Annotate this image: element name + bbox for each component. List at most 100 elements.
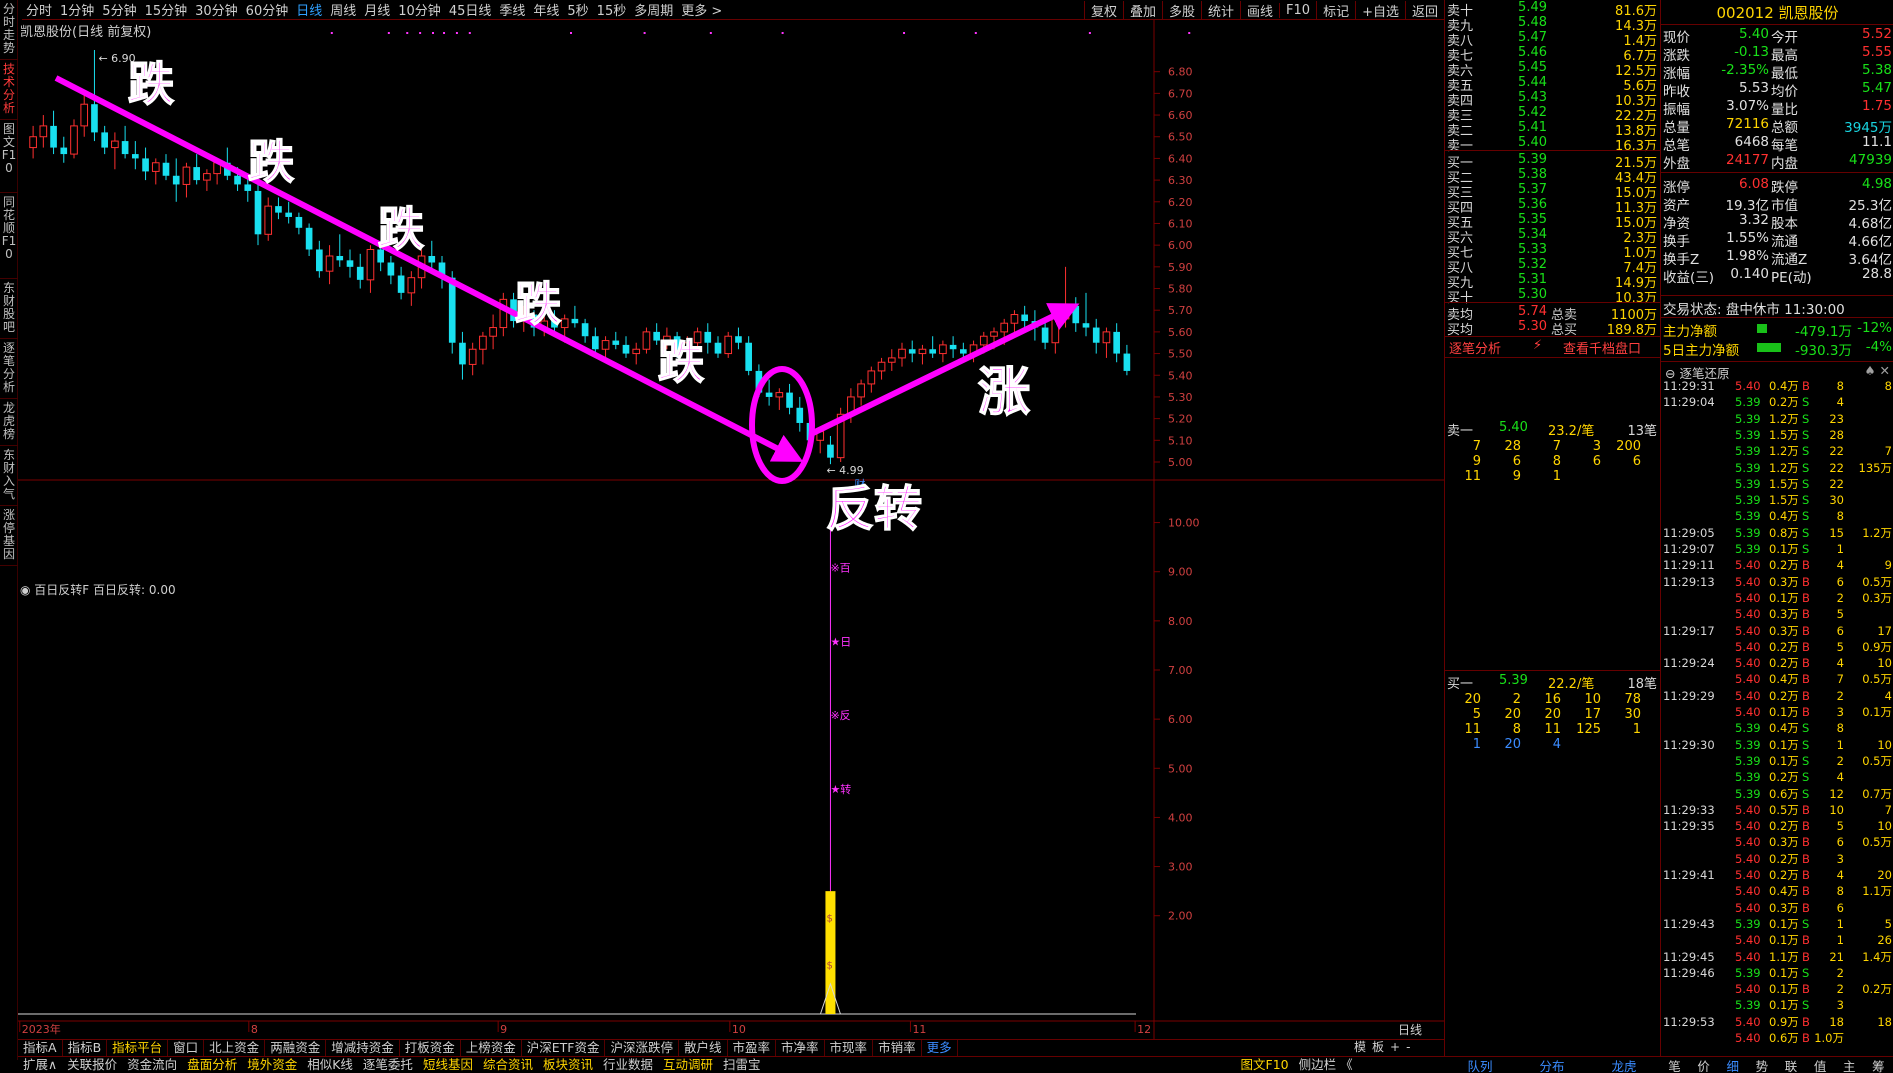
chart-control-button[interactable]: + [1390, 1039, 1400, 1055]
quote-footer-tab[interactable]: 笔 [1668, 1056, 1681, 1073]
period-tab[interactable]: 60分钟 [242, 0, 293, 19]
candle[interactable] [765, 379, 773, 406]
indicator-tab[interactable]: 市销率 [873, 1040, 922, 1056]
candle[interactable] [714, 336, 722, 358]
candle[interactable] [316, 240, 323, 278]
candle[interactable] [132, 141, 139, 170]
queue-cell[interactable]: 7 [1525, 439, 1561, 454]
indicator-tab[interactable]: 指标平台 [107, 1040, 169, 1056]
stock-code-name[interactable]: 002012 凯恩股份 [1661, 2, 1893, 22]
toolbar-button[interactable]: 统计 [1201, 0, 1240, 20]
bottom-tab[interactable]: 相似K线 [302, 1057, 358, 1073]
candle[interactable] [193, 154, 200, 185]
period-tab[interactable]: 1分钟 [56, 0, 98, 19]
candle[interactable] [70, 119, 78, 159]
candle[interactable] [724, 331, 733, 358]
quote-footer-tab[interactable]: 筹 [1872, 1056, 1885, 1073]
quote-footer-tab[interactable]: 价 [1697, 1056, 1710, 1073]
queue-cell[interactable]: 20 [1485, 737, 1521, 752]
period-tab[interactable]: 周线 [326, 0, 360, 19]
queue-cell[interactable]: 20 [1445, 692, 1481, 707]
period-tab[interactable]: 5分钟 [98, 0, 140, 19]
candle[interactable] [745, 336, 752, 376]
queue-cell[interactable]: 4 [1525, 737, 1561, 752]
bottom-tab[interactable]: 境外资金 [242, 1057, 302, 1073]
candle[interactable] [1072, 297, 1080, 332]
candle[interactable] [1102, 327, 1111, 358]
bottom-tab[interactable]: 综合资讯 [478, 1057, 538, 1073]
candle[interactable] [704, 323, 712, 354]
indicator-tab[interactable]: 更多 [922, 1040, 958, 1056]
candle[interactable] [285, 201, 292, 224]
candle[interactable] [929, 336, 936, 358]
queue-cell[interactable]: 7 [1445, 439, 1481, 454]
indicator-tab[interactable]: 沪深涨跌停 [605, 1040, 679, 1056]
quote-footer-tab[interactable]: 值 [1814, 1056, 1827, 1073]
candle[interactable] [612, 331, 620, 350]
candle[interactable] [571, 305, 579, 328]
toolbar-button[interactable]: +自选 [1355, 0, 1405, 20]
period-tab[interactable]: 30分钟 [191, 0, 242, 19]
bottom-tab[interactable]: 短线基因 [418, 1057, 478, 1073]
queue-cell[interactable]: 6 [1605, 454, 1641, 469]
queue-cell[interactable]: 8 [1525, 454, 1561, 469]
queue-cell[interactable]: 30 [1605, 707, 1641, 722]
indicator-tab[interactable]: 窗口 [168, 1040, 205, 1056]
candle[interactable] [407, 271, 416, 306]
candle[interactable] [50, 110, 57, 155]
left-tab[interactable]: 逐笔分析 [0, 339, 18, 399]
candle[interactable] [111, 132, 119, 170]
candle[interactable] [857, 379, 865, 406]
indicator-tab[interactable]: 两融资金 [265, 1040, 327, 1056]
period-tab[interactable]: 年线 [529, 0, 563, 19]
quote-footer-tab[interactable]: 细 [1727, 1056, 1740, 1073]
book-footer-tab[interactable]: 龙虎 [1611, 1056, 1636, 1073]
period-tab[interactable]: 15分钟 [141, 0, 192, 19]
bottom-tab[interactable]: 资金流向 [122, 1057, 182, 1073]
bottom-tab[interactable]: 盘面分析 [182, 1057, 242, 1073]
bottom-tab[interactable]: 逐笔委托 [358, 1057, 418, 1073]
chart-control-button[interactable]: - [1406, 1039, 1410, 1055]
candle[interactable] [182, 162, 191, 198]
candle[interactable] [387, 255, 395, 285]
indicator-tab[interactable]: 市盈率 [728, 1040, 777, 1056]
bottom-tab[interactable]: 互动调研 [658, 1057, 718, 1073]
queue-cell[interactable]: 3 [1565, 439, 1601, 454]
queue-cell[interactable]: 11 [1445, 469, 1481, 484]
period-tab[interactable]: 日线 [292, 0, 326, 19]
indicator-tab[interactable]: 北上资金 [204, 1040, 266, 1056]
candle[interactable] [39, 115, 48, 148]
period-tab[interactable]: 分时 [22, 0, 56, 19]
candle[interactable] [80, 93, 89, 137]
book-footer-tab[interactable]: 队列 [1467, 1056, 1492, 1073]
left-tab[interactable]: 技术分析 [0, 60, 18, 120]
candle[interactable] [887, 349, 896, 371]
queue-cell[interactable]: 17 [1565, 707, 1601, 722]
chart-control-button[interactable]: 模 [1354, 1039, 1366, 1055]
chart-area[interactable]: 6.80 6.70 6.60 6.50 6.40 6.30 6.20 6.10 6.00 5.90… [18, 20, 1444, 1040]
queue-cell[interactable]: 11 [1525, 722, 1561, 737]
candle[interactable] [397, 266, 405, 300]
queue-cell[interactable]: 28 [1485, 439, 1521, 454]
candle[interactable] [908, 340, 916, 363]
queue-cell[interactable]: 9 [1445, 454, 1481, 469]
candle[interactable] [162, 154, 170, 181]
candle[interactable] [499, 292, 508, 337]
candle[interactable] [468, 342, 477, 376]
queue-cell[interactable]: 20 [1485, 707, 1521, 722]
candle[interactable] [939, 340, 947, 363]
view-1000-link[interactable]: 查看千档盘口 [1563, 338, 1641, 357]
indicator-toggle-icon[interactable]: ◉ [20, 583, 34, 597]
candle[interactable] [622, 336, 630, 358]
candle[interactable] [1092, 318, 1100, 354]
candle[interactable] [1082, 292, 1090, 337]
queue-cell[interactable]: 11 [1445, 722, 1481, 737]
candle[interactable] [121, 125, 129, 159]
queue-cell[interactable]: 2 [1485, 692, 1521, 707]
candle[interactable] [325, 245, 334, 285]
quote-footer-tab[interactable]: 势 [1756, 1056, 1769, 1073]
indicator-tab[interactable]: 上榜资金 [461, 1040, 522, 1056]
indicator-tab[interactable]: 指标B [63, 1040, 108, 1056]
period-tab[interactable]: 季线 [495, 0, 529, 19]
queue-cell[interactable]: 200 [1605, 439, 1641, 454]
